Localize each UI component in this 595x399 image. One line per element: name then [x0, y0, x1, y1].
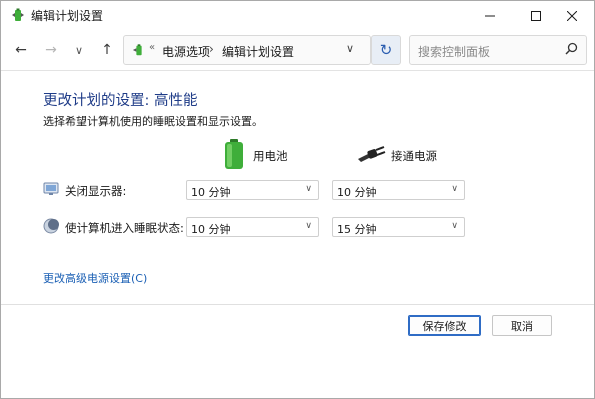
minimize-icon — [485, 15, 495, 16]
breadcrumb-separator-icon[interactable]: › — [209, 42, 214, 56]
power-options-icon — [12, 8, 24, 21]
plugged-in-label: 接通电源 — [391, 149, 437, 163]
monitor-icon — [43, 182, 59, 195]
sleep-plugged-select[interactable]: 15 分钟 ∨ — [332, 217, 465, 237]
close-icon — [567, 10, 577, 21]
sleep-battery-select[interactable]: 10 分钟 ∨ — [186, 217, 319, 237]
window-title: 编辑计划设置 — [31, 9, 104, 23]
search-icon[interactable] — [565, 42, 578, 55]
refresh-button[interactable]: ↻ — [371, 35, 401, 65]
search-input[interactable]: 搜索控制面板 — [409, 35, 587, 65]
turn-off-display-label: 关闭显示器: — [65, 184, 127, 198]
chevron-down-icon: ∨ — [305, 221, 312, 231]
sleep-label: 使计算机进入睡眠状态: — [65, 221, 184, 235]
battery-label: 用电池 — [253, 149, 288, 163]
title-bar: 编辑计划设置 — [1, 1, 594, 30]
address-bar[interactable]: « 电源选项 › 编辑计划设置 ∨ — [123, 35, 371, 65]
chevron-down-icon: ∨ — [451, 184, 458, 194]
nav-divider — [1, 70, 594, 71]
breadcrumb-power-options[interactable]: 电源选项 — [162, 43, 210, 60]
select-value: 10 分钟 — [191, 223, 231, 236]
select-value: 10 分钟 — [337, 186, 377, 199]
chevron-down-icon: ∨ — [305, 184, 312, 194]
moon-sleep-icon — [43, 218, 59, 234]
address-dropdown-icon[interactable]: ∨ — [346, 42, 354, 55]
arrow-right-icon: → — [45, 42, 57, 58]
breadcrumb-edit-plan[interactable]: 编辑计划设置 — [222, 43, 294, 60]
battery-icon — [225, 139, 243, 169]
refresh-icon: ↻ — [379, 41, 393, 59]
maximize-icon — [531, 10, 541, 21]
select-value: 10 分钟 — [191, 186, 231, 199]
minimize-button[interactable] — [467, 1, 513, 30]
display-off-battery-select[interactable]: 10 分钟 ∨ — [186, 180, 319, 200]
chevron-down-icon: ∨ — [74, 43, 84, 57]
recent-locations-button[interactable]: ∨ — [69, 40, 89, 60]
footer-divider — [1, 304, 594, 305]
display-off-plugged-select[interactable]: 10 分钟 ∨ — [332, 180, 465, 200]
cancel-button[interactable]: 取消 — [492, 315, 552, 336]
save-changes-button[interactable]: 保存修改 — [408, 315, 481, 336]
chevron-down-icon: ∨ — [451, 221, 458, 231]
forward-button[interactable]: → — [41, 40, 61, 60]
search-placeholder: 搜索控制面板 — [418, 45, 491, 59]
back-button[interactable]: ← — [11, 40, 31, 60]
page-title: 更改计划的设置: 高性能 — [43, 93, 198, 109]
arrow-left-icon: ← — [15, 42, 27, 58]
navigation-bar: ← → ∨ ↑ « 电源选项 › 编辑计划设置 ∨ ↻ 搜索控制面板 — [1, 30, 594, 70]
arrow-up-icon: ↑ — [101, 42, 113, 58]
power-options-icon — [132, 44, 142, 56]
up-button[interactable]: ↑ — [97, 40, 117, 60]
breadcrumb-overflow-icon[interactable]: « — [149, 42, 155, 53]
select-value: 15 分钟 — [337, 223, 377, 236]
page-subtitle: 选择希望计算机使用的睡眠设置和显示设置。 — [43, 115, 263, 128]
advanced-power-settings-link[interactable]: 更改高级电源设置(C) — [43, 270, 147, 286]
power-plug-icon — [358, 146, 386, 162]
close-button[interactable] — [549, 1, 594, 30]
edit-plan-settings-window: 编辑计划设置 ← → ∨ ↑ « 电源选项 › 编辑计划设置 ∨ ↻ 搜索控制面… — [0, 0, 595, 399]
